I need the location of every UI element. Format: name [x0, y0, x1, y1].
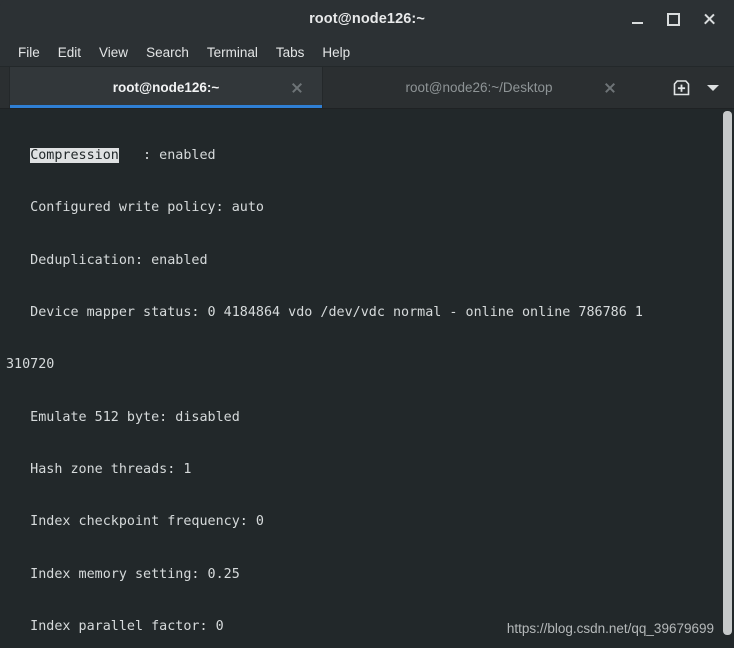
tab-close-icon[interactable]: [603, 81, 617, 95]
terminal-line-indent: [6, 148, 30, 163]
terminal-line-text: : enabled: [118, 147, 216, 163]
tab-bar-left-edge: [0, 67, 9, 108]
terminal-line: Emulate 512 byte: disabled: [6, 409, 240, 425]
menu-item-search[interactable]: Search: [137, 43, 198, 62]
maximize-icon: [666, 12, 680, 26]
terminal-line: Compression : enabled: [6, 147, 714, 164]
minimize-button[interactable]: [626, 8, 648, 30]
menu-item-file[interactable]: File: [9, 43, 49, 62]
terminal-output-area[interactable]: Compression : enabled Configured write p…: [0, 109, 734, 648]
menu-item-terminal[interactable]: Terminal: [198, 43, 267, 62]
terminal-scrollbar[interactable]: [720, 109, 734, 648]
menu-item-view[interactable]: View: [90, 43, 137, 62]
terminal-line: Deduplication: enabled: [6, 252, 208, 268]
terminal-line: Index parallel factor: 0: [6, 619, 224, 634]
terminal-line: 310720: [6, 357, 55, 373]
menu-bar: File Edit View Search Terminal Tabs Help: [0, 39, 734, 67]
terminal-line: Index checkpoint frequency: 0: [6, 514, 264, 530]
window-title: root@node126:~: [309, 11, 425, 27]
tab-dropdown-button[interactable]: [701, 75, 725, 101]
new-tab-icon: [673, 80, 689, 96]
tab-bar-actions: [667, 67, 734, 108]
title-bar: root@node126:~: [0, 0, 734, 39]
tab-root-node26-desktop[interactable]: root@node26:~/Desktop: [323, 67, 635, 108]
close-icon: [703, 13, 716, 26]
menu-item-edit[interactable]: Edit: [49, 43, 90, 62]
tab-label: root@node26:~/Desktop: [405, 80, 553, 95]
terminal-line: Device mapper status: 0 4184864 vdo /dev…: [6, 304, 643, 320]
tab-close-icon[interactable]: [290, 81, 304, 95]
selected-text[interactable]: Compression: [30, 147, 119, 163]
tab-label: root@node126:~: [112, 80, 220, 95]
terminal-line: Index memory setting: 0.25: [6, 566, 240, 582]
maximize-button[interactable]: [662, 8, 684, 30]
tab-root-node126[interactable]: root@node126:~: [9, 67, 323, 108]
chevron-down-icon: [707, 84, 719, 91]
window-controls: [626, 8, 734, 30]
menu-item-help[interactable]: Help: [313, 43, 359, 62]
terminal-line: Configured write policy: auto: [6, 200, 264, 216]
tab-bar: root@node126:~ root@node26:~/Desktop: [0, 67, 734, 109]
menu-item-tabs[interactable]: Tabs: [267, 43, 314, 62]
terminal-window: root@node126:~ File Edit View Search Ter…: [0, 0, 734, 648]
minimize-icon: [631, 22, 643, 24]
terminal-text: Compression : enabled Configured write p…: [6, 112, 714, 648]
scrollbar-thumb[interactable]: [723, 111, 732, 635]
terminal-line: Hash zone threads: 1: [6, 461, 192, 477]
close-button[interactable]: [698, 8, 720, 30]
new-tab-button[interactable]: [667, 75, 695, 101]
